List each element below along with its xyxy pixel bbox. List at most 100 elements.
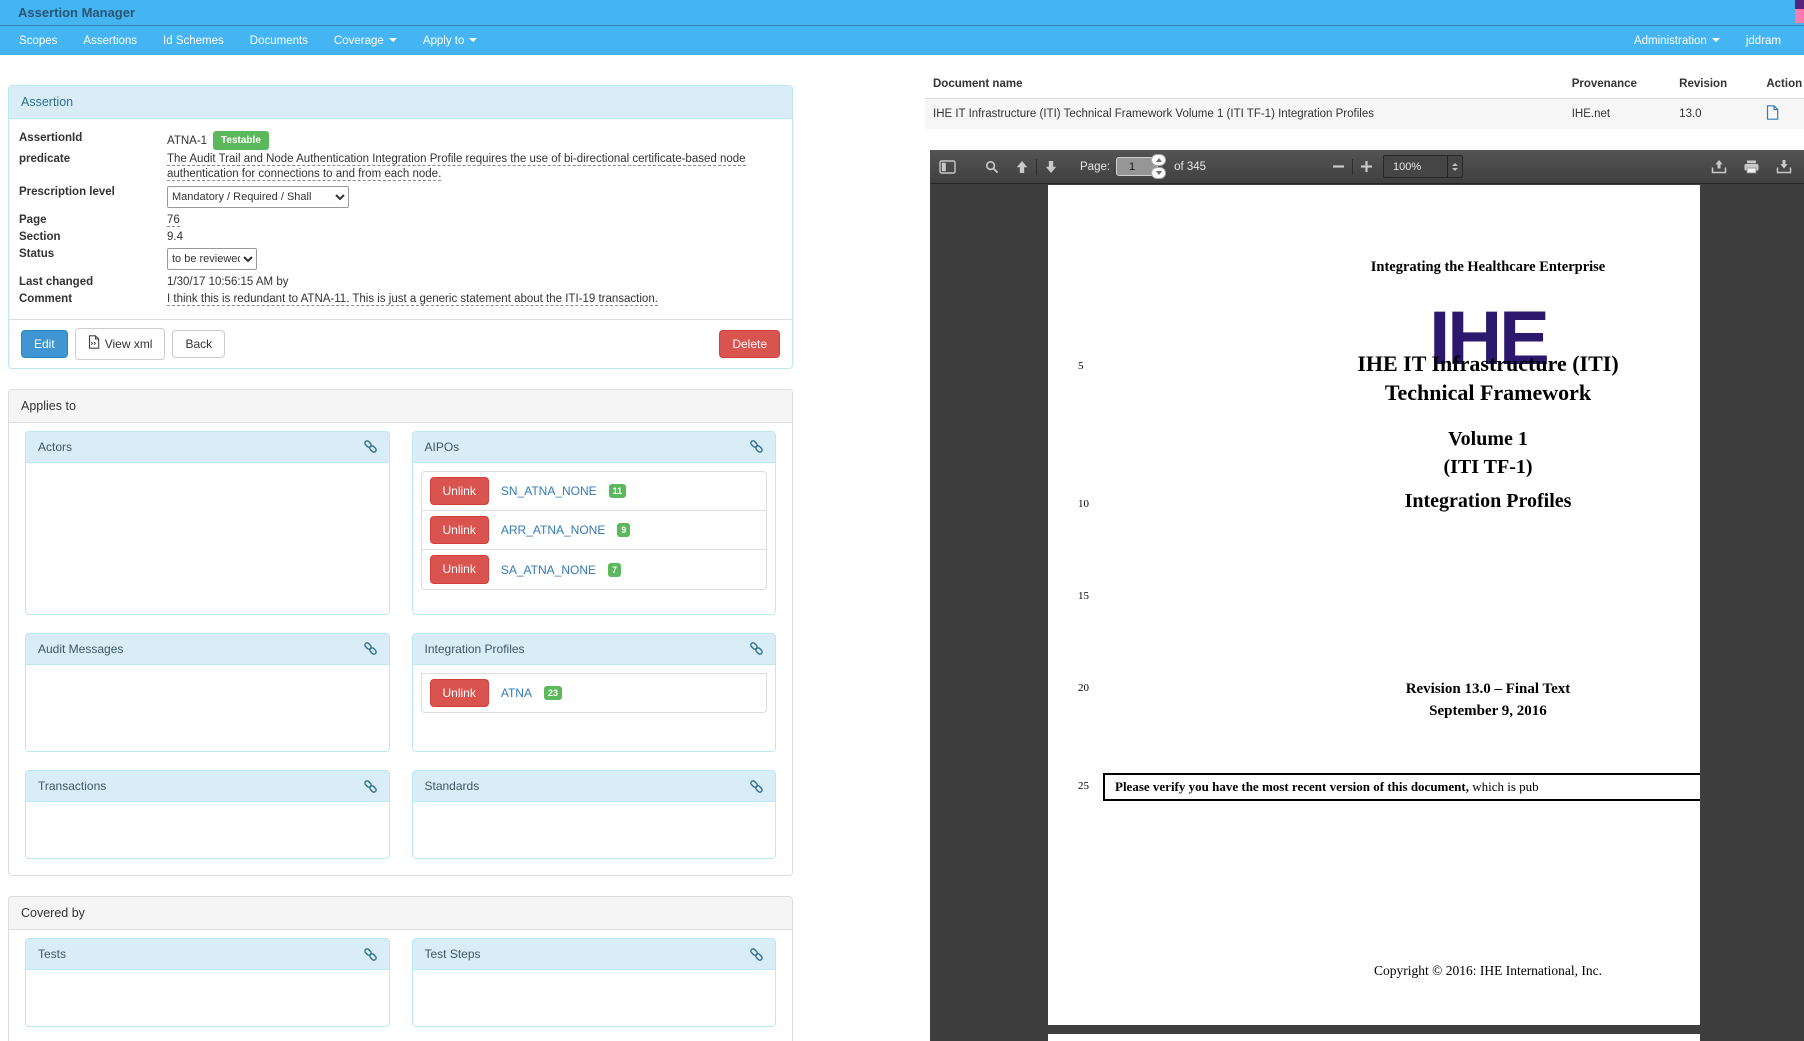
tests-panel-heading: Tests (26, 939, 389, 970)
nav-right-group: Administration jddram (1621, 35, 1798, 47)
header-document-name: Document name (925, 70, 1564, 99)
app-title: Assertion Manager (18, 5, 135, 20)
standards-panel: Standards (412, 770, 777, 859)
link-chain-icon[interactable] (750, 780, 763, 793)
nav-item-username[interactable]: jddram (1733, 35, 1794, 47)
header-provenance: Provenance (1564, 70, 1671, 99)
edit-button[interactable]: Edit (21, 330, 68, 358)
unlink-button[interactable]: Unlink (430, 555, 489, 583)
aipo-link[interactable]: ARR_ATNA_NONE (501, 523, 605, 537)
pdf-subtitle-line-3: Integration Profiles (1148, 490, 1700, 513)
header-action: Action (1758, 70, 1804, 99)
last-changed-label: Last changed (19, 275, 167, 290)
zoom-select-arrows (1447, 156, 1462, 177)
pdf-line-number: 5 (1078, 360, 1084, 372)
covered-by-panel: Covered by Tests Test Steps (8, 896, 793, 1041)
page-number-label: Page: (1080, 161, 1110, 173)
pdf-date-line: September 9, 2016 (1148, 703, 1700, 720)
action-cell (1758, 99, 1804, 130)
status-label: Status (19, 247, 167, 262)
unlink-button[interactable]: Unlink (430, 516, 489, 544)
aipo-link[interactable]: SA_ATNA_NONE (501, 563, 596, 577)
page-value: 76 (167, 214, 180, 227)
applies-to-panel: Applies to Actors AIPOs (8, 389, 793, 877)
table-row[interactable]: IHE IT Infrastructure (ITI) Technical Fr… (925, 99, 1804, 130)
testable-badge: Testable (213, 131, 269, 150)
link-chain-icon[interactable] (364, 440, 377, 453)
zoom-level-select[interactable]: 100% (1383, 155, 1463, 178)
sidebar-toggle-icon[interactable] (939, 160, 956, 174)
nav-item-administration[interactable]: Administration (1621, 35, 1733, 47)
print-icon[interactable] (1743, 159, 1760, 174)
next-page-icon[interactable] (1044, 160, 1058, 174)
zoom-out-icon[interactable] (1332, 160, 1345, 173)
back-button[interactable]: Back (172, 330, 225, 358)
download-icon[interactable] (1776, 159, 1792, 174)
comment-value: I think this is redundant to ATNA-11. Th… (167, 293, 658, 306)
search-icon[interactable] (985, 160, 999, 174)
stepper-up-icon[interactable] (1151, 154, 1166, 166)
link-chain-icon[interactable] (364, 780, 377, 793)
aipo-link[interactable]: SN_ATNA_NONE (501, 484, 597, 498)
provenance-cell: IHE.net (1564, 99, 1671, 130)
nav-item-scopes[interactable]: Scopes (6, 35, 70, 47)
toolbar-separator (1352, 159, 1353, 175)
assertion-panel-body: AssertionId ATNA-1Testable predicate The… (9, 119, 792, 319)
assertion-actions: Edit View xml Back Delete (9, 319, 792, 367)
integration-profiles-panel-heading: Integration Profiles (413, 634, 776, 665)
link-chain-icon[interactable] (750, 440, 763, 453)
nav-item-id-schemes[interactable]: Id Schemes (150, 35, 237, 47)
nav-item-apply-to[interactable]: Apply to (410, 35, 491, 47)
revision-cell: 13.0 (1671, 99, 1758, 130)
assertion-id-value-wrap: ATNA-1Testable (167, 131, 782, 150)
nav-item-documents[interactable]: Documents (237, 35, 321, 47)
field-assertion-id: AssertionId ATNA-1Testable (19, 131, 782, 150)
link-chain-icon[interactable] (364, 948, 377, 961)
view-xml-button[interactable]: View xml (75, 328, 166, 359)
nav-item-assertions[interactable]: Assertions (70, 35, 150, 47)
aipos-panel-heading: AIPOs (413, 432, 776, 463)
toolbar-separator (1036, 159, 1037, 175)
predicate-label: predicate (19, 152, 167, 167)
aipos-panel-body: Unlink SN_ATNA_NONE 11 Unlink ARR_ATNA_N… (413, 463, 776, 614)
field-page: Page 76 (19, 213, 782, 228)
link-chain-icon[interactable] (750, 642, 763, 655)
prescription-level-value-wrap: Mandatory / Required / Shall (167, 185, 782, 211)
pdf-toolbar-right (1711, 159, 1792, 174)
unlink-button[interactable]: Unlink (430, 477, 489, 505)
integration-profiles-panel-body: Unlink ATNA 23 (413, 665, 776, 751)
assertion-detail-column: Assertion AssertionId ATNA-1Testable pre… (8, 85, 793, 1041)
transactions-panel: Transactions (25, 770, 390, 859)
test-steps-panel-body (413, 970, 776, 1026)
prescription-level-select[interactable]: Mandatory / Required / Shall (167, 186, 349, 208)
corner-artifact-bottom (1795, 9, 1804, 23)
document-column: Document name Provenance Revision Action… (925, 70, 1804, 1041)
assertion-id-label: AssertionId (19, 131, 167, 146)
aipos-panel-title: AIPOs (425, 440, 460, 454)
previous-page-icon[interactable] (1015, 160, 1029, 174)
applies-to-row-1: Actors AIPOs Unlink SN (17, 431, 784, 615)
stepper-down-icon[interactable] (1151, 167, 1166, 179)
delete-button[interactable]: Delete (719, 330, 780, 358)
status-select[interactable]: to be reviewed (167, 248, 257, 270)
nav-item-coverage-label: Coverage (334, 35, 384, 47)
pdf-line-number: 20 (1078, 682, 1089, 694)
list-item: Unlink SN_ATNA_NONE 11 (421, 471, 768, 511)
integration-profile-link[interactable]: ATNA (501, 686, 532, 700)
zoom-in-icon[interactable] (1360, 160, 1373, 173)
main-menu: Scopes Assertions Id Schemes Documents C… (0, 26, 1804, 55)
link-chain-icon[interactable] (364, 642, 377, 655)
nav-item-coverage[interactable]: Coverage (321, 35, 410, 47)
pdf-file-icon[interactable] (1766, 111, 1779, 123)
view-xml-label: View xml (105, 337, 153, 351)
corner-artifact (1795, 0, 1804, 23)
transactions-panel-heading: Transactions (26, 771, 389, 802)
pdf-copyright-line: Copyright © 2016: IHE International, Inc… (1148, 963, 1700, 979)
nav-item-administration-label: Administration (1634, 35, 1707, 47)
zoom-controls: 100% (1332, 155, 1463, 178)
open-file-icon[interactable] (1711, 159, 1727, 174)
unlink-button[interactable]: Unlink (430, 679, 489, 707)
documents-table-header-row: Document name Provenance Revision Action (925, 70, 1804, 99)
link-chain-icon[interactable] (750, 948, 763, 961)
navbar-brand-row: Assertion Manager (0, 0, 1804, 26)
